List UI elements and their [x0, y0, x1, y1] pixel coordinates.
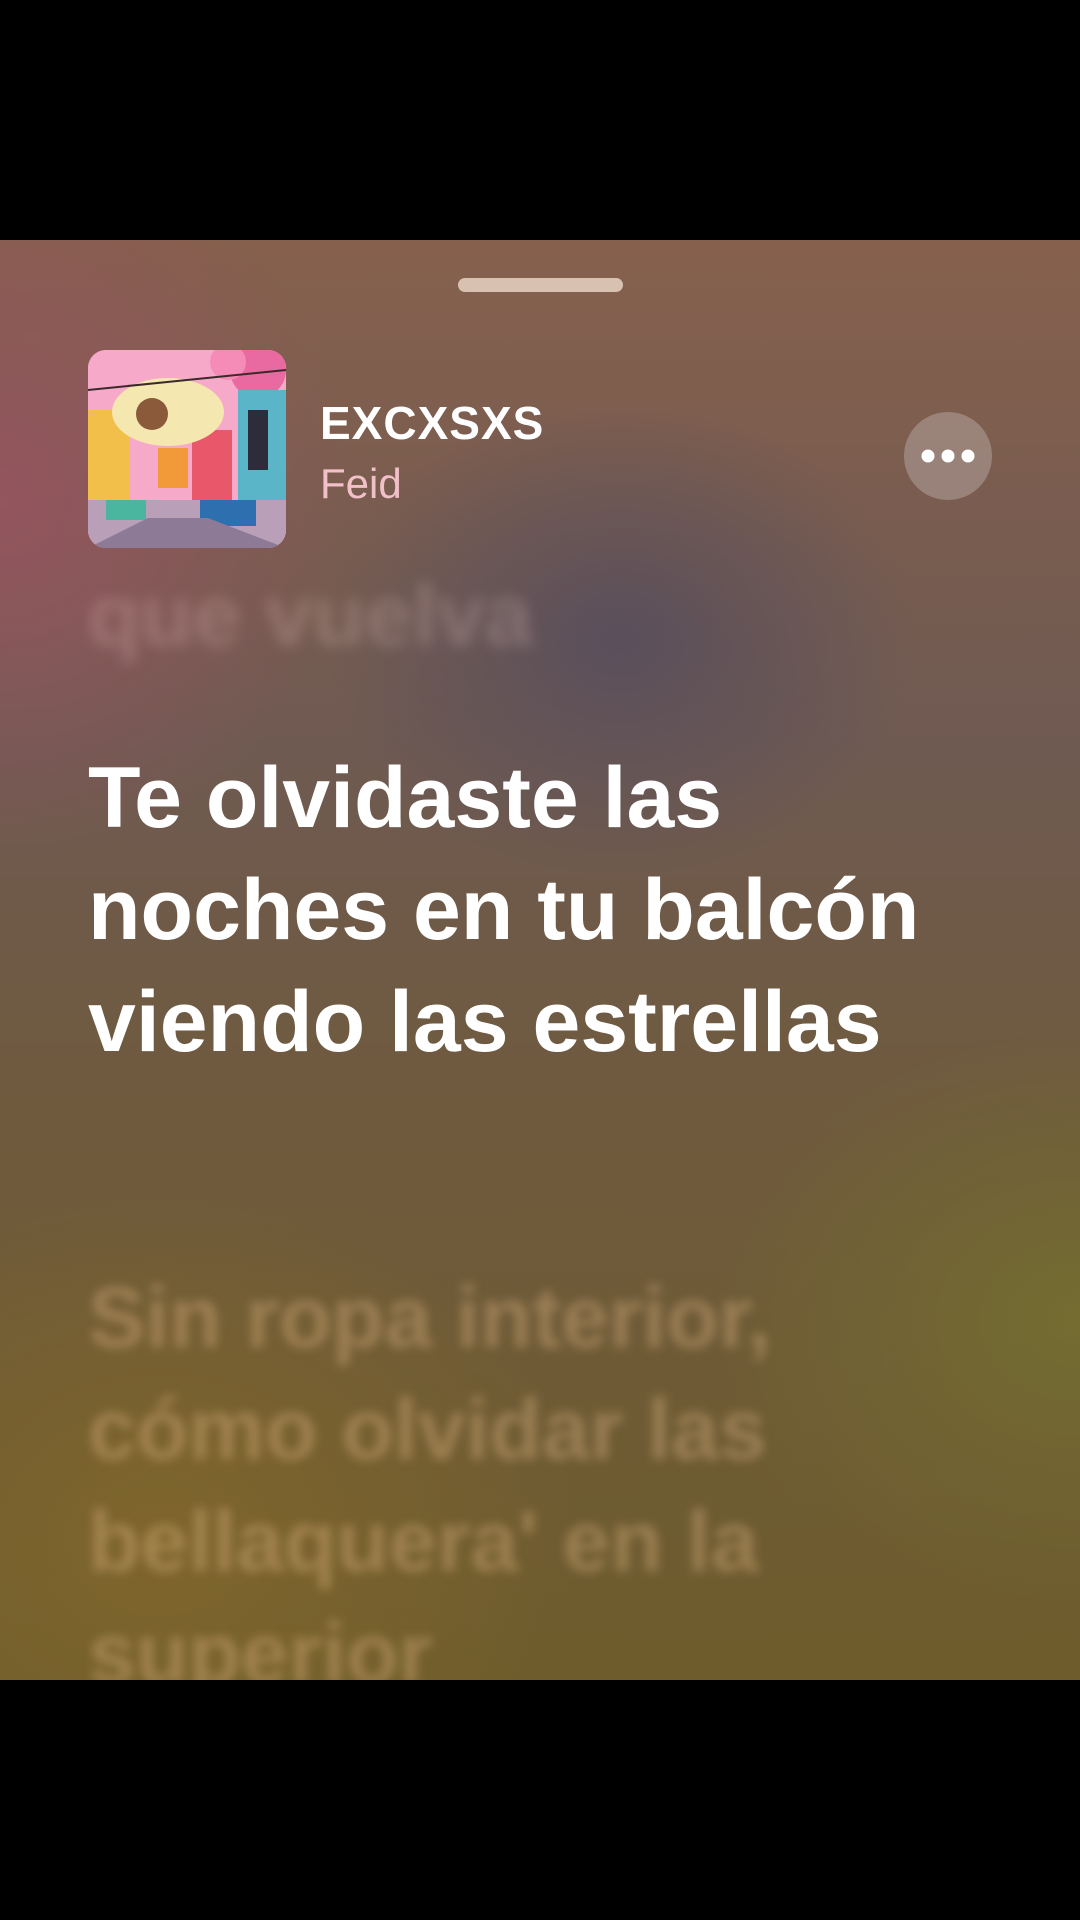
album-artwork[interactable]: [88, 350, 286, 548]
lyric-line-current[interactable]: Te olvidaste las noches en tu balcón vie…: [88, 742, 968, 1078]
album-artwork-illustration: [88, 350, 286, 548]
ellipsis-icon: [921, 449, 975, 463]
more-options-button[interactable]: [904, 412, 992, 500]
sheet-grabber[interactable]: [458, 278, 623, 292]
lyric-line-next[interactable]: Sin ropa interior, cómo olvidar las bell…: [88, 1262, 968, 1680]
artist-name[interactable]: Feid: [320, 460, 402, 508]
screen: EXCXSXS Feid que vuelva Te olvidaste las…: [0, 0, 1080, 1920]
song-title[interactable]: EXCXSXS: [320, 396, 544, 450]
lyrics-sheet: EXCXSXS Feid que vuelva Te olvidaste las…: [0, 240, 1080, 1680]
lyric-line-previous[interactable]: que vuelva: [88, 560, 968, 672]
